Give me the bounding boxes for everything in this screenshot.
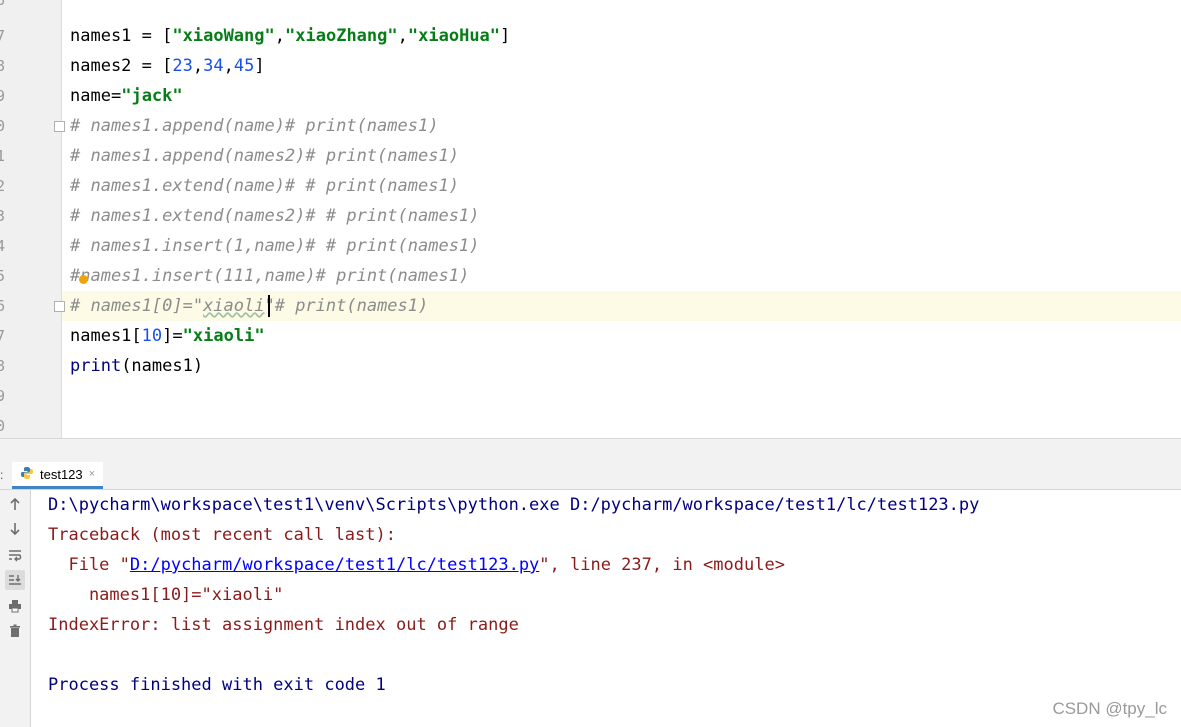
string-literal: xiaoZhang — [295, 26, 388, 46]
number-literal: 10 — [141, 326, 163, 346]
quote: " — [172, 26, 183, 46]
quote: " — [264, 26, 275, 46]
quote: " — [182, 326, 193, 346]
console-error-message: IndexError: list assignment index out of… — [48, 615, 519, 635]
line-number: 0 — [0, 117, 6, 135]
console-command-line: D:\pycharm\workspace\test1\venv\Scripts\… — [48, 495, 980, 515]
code-line[interactable]: names1[10]="xiaoli" — [70, 321, 265, 351]
line-number: 9 — [0, 387, 6, 405]
operator: = — [110, 86, 122, 106]
operator: ]= — [162, 326, 183, 346]
scroll-to-end-icon[interactable] — [5, 570, 25, 590]
panel-splitter[interactable] — [0, 438, 1181, 463]
line-number: 9 — [0, 87, 6, 105]
code-line[interactable]: names2 = [23,34,45] — [70, 51, 265, 81]
lightbulb-icon[interactable] — [79, 275, 88, 284]
console-file-suffix: ", line 237, in <module> — [539, 555, 785, 575]
line-number: 3 — [0, 207, 6, 225]
line-number: 4 — [0, 237, 6, 255]
identifier: names2 — [70, 56, 132, 76]
fold-marker-icon[interactable] — [54, 301, 65, 312]
number-literal: 45 — [233, 56, 255, 76]
source-file-link[interactable]: D:/pycharm/workspace/test1/lc/test123.py — [130, 555, 539, 575]
line-number: 5 — [0, 267, 6, 285]
builtin-function: print — [70, 356, 122, 376]
line-number: 6 — [0, 297, 6, 315]
string-literal: xiaoHua — [418, 26, 490, 46]
comment-text: # names1[0]=" — [70, 296, 204, 316]
string-literal: xiaoli — [192, 326, 255, 346]
line-number: 1 — [0, 147, 6, 165]
comment-line[interactable]: # names1.extend(name)# # print(names1) — [70, 171, 459, 201]
comment-line[interactable]: # names1.append(name)# print(names1) — [70, 111, 438, 141]
console-output[interactable]: D:\pycharm\workspace\test1\venv\Scripts\… — [31, 490, 1181, 727]
arrow-down-icon[interactable] — [5, 519, 25, 539]
comment-line[interactable]: # names1.extend(names2)# # print(names1) — [70, 201, 479, 231]
run-toolbar — [0, 490, 31, 727]
quote: " — [407, 26, 419, 46]
line-number: 8 — [0, 57, 6, 75]
watermark: CSDN @tpy_lc — [1052, 699, 1167, 718]
bracket: ] — [500, 26, 511, 46]
call-args: (names1) — [121, 356, 204, 376]
number-literal: 23 — [172, 56, 193, 76]
identifier: name — [70, 86, 111, 106]
bracket: [ — [131, 326, 142, 346]
line-number: 8 — [0, 357, 6, 375]
fold-marker-icon[interactable] — [54, 121, 65, 132]
python-file-icon — [20, 465, 34, 484]
comment-line-current[interactable]: # names1[0]="xiaoli"# print(names1) — [70, 291, 428, 321]
close-icon[interactable]: × — [89, 468, 95, 480]
operator: = [ — [131, 26, 173, 46]
console-exit-status: Process finished with exit code 1 — [48, 675, 386, 695]
operator: = [ — [131, 56, 173, 76]
run-tab-bar: : test123 × — [0, 462, 1181, 490]
identifier: names1 — [70, 26, 132, 46]
line-number: 2 — [0, 177, 6, 195]
string-literal: xiaoWang — [182, 26, 265, 46]
soft-wrap-icon[interactable] — [5, 545, 25, 565]
comment-hash: # — [70, 266, 81, 286]
quote: " — [387, 26, 398, 46]
trash-icon[interactable] — [5, 621, 25, 641]
string-literal: jack — [131, 86, 173, 106]
comment-text: names1.insert(111,name)# print(names1) — [80, 266, 470, 286]
print-icon[interactable] — [5, 596, 25, 616]
line-number: 7 — [0, 27, 6, 45]
number-literal: 34 — [203, 56, 224, 76]
code-editor[interactable]: 6 7 8 9 0 1 2 3 4 5 6 7 8 9 0 names1 = [… — [0, 0, 1181, 438]
console-traceback-header: Traceback (most recent call last): — [48, 525, 396, 545]
comment-line[interactable]: #names1.insert(111,name)# print(names1) — [70, 261, 469, 291]
code-line[interactable]: name="jack" — [70, 81, 183, 111]
text-caret — [268, 295, 270, 317]
comment-line[interactable]: # names1.insert(1,name)# # print(names1) — [70, 231, 479, 261]
console-file-line: File "D:/pycharm/workspace/test1/lc/test… — [48, 550, 785, 580]
tab-test123[interactable]: test123 × — [12, 462, 104, 489]
line-number-gutter: 6 7 8 9 0 1 2 3 4 5 6 7 8 9 0 — [0, 0, 62, 438]
console-source-line: names1[10]="xiaoli" — [48, 585, 284, 605]
console-file-prefix: File " — [48, 555, 130, 575]
quote: " — [254, 326, 265, 346]
quote: " — [172, 86, 183, 106]
tab-label: test123 — [40, 466, 83, 482]
quote: " — [285, 26, 296, 46]
line-number: 7 — [0, 327, 6, 345]
line-number: 6 — [0, 0, 6, 9]
quote: " — [489, 26, 501, 46]
arrow-up-icon[interactable] — [5, 494, 25, 514]
identifier: names1 — [70, 326, 132, 346]
line-number: 0 — [0, 417, 6, 435]
bracket: ] — [254, 56, 265, 76]
quote: " — [121, 86, 132, 106]
run-label-fragment: : — [0, 468, 4, 482]
code-line[interactable]: names1 = ["xiaoWang","xiaoZhang","xiaoHu… — [70, 21, 510, 51]
code-line[interactable]: print(names1) — [70, 351, 203, 381]
comment-line[interactable]: # names1.append(names2)# print(names1) — [70, 141, 459, 171]
comment-text: "# print(names1) — [264, 296, 429, 316]
comment-text-typo: xiaoli — [203, 296, 265, 316]
